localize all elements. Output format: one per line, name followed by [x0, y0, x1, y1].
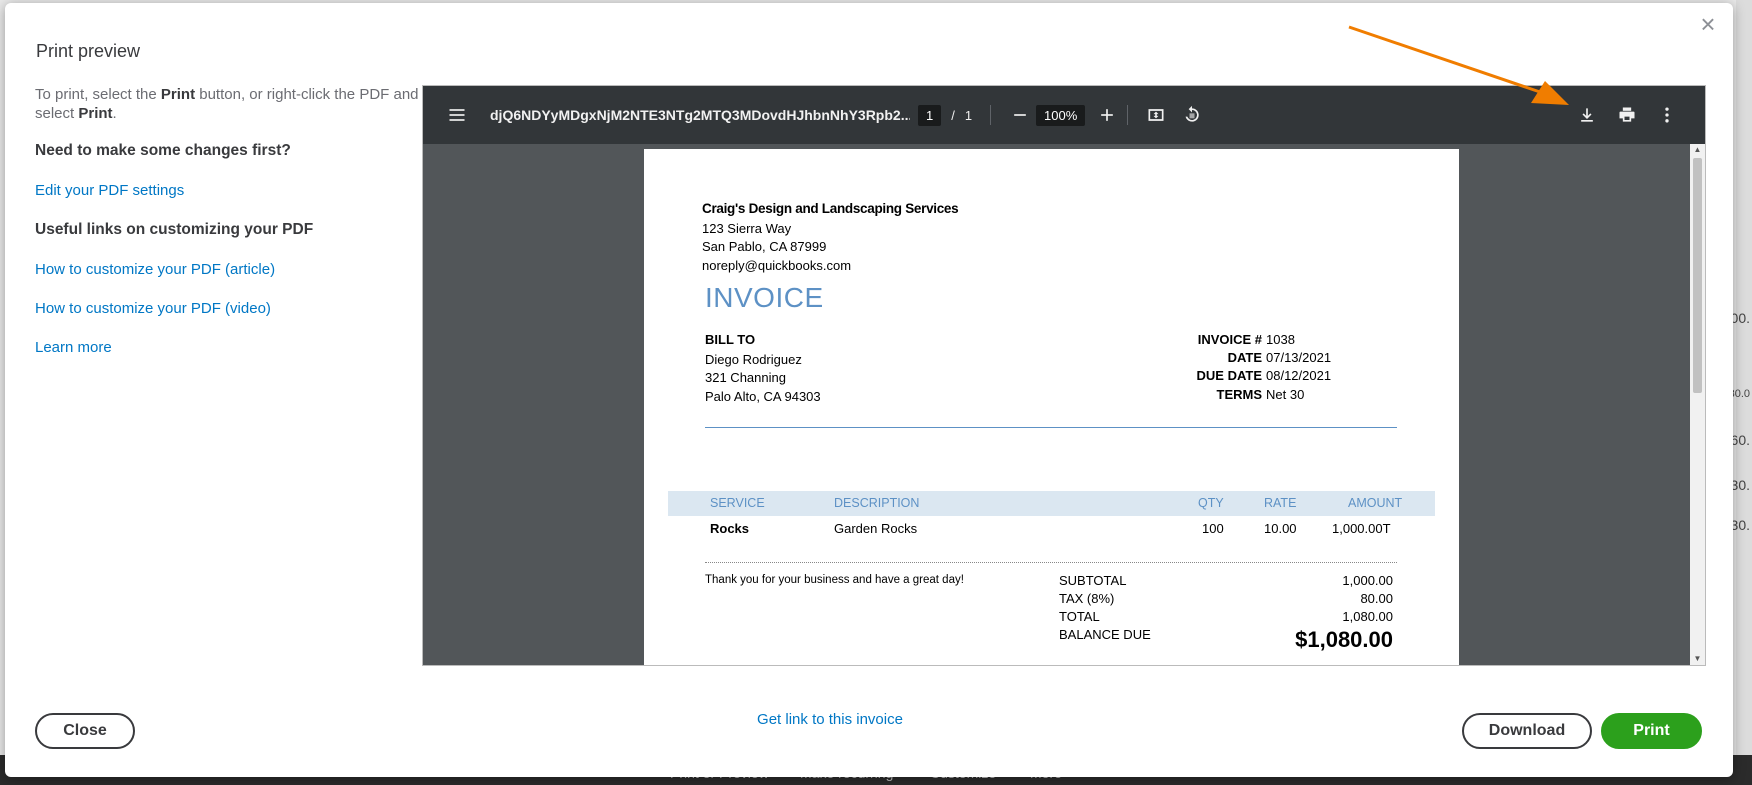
bg-fragment: 30. — [1730, 477, 1750, 493]
col-description: DESCRIPTION — [834, 496, 920, 510]
pdf-page: Craig's Design and Landscaping Services … — [644, 149, 1459, 665]
background-right-edge: 00. 30.0 60. 30. 30. — [1729, 0, 1752, 785]
date-value: 07/13/2021 — [1266, 350, 1332, 365]
col-amount: AMOUNT — [1348, 496, 1403, 510]
invoice-title: INVOICE — [705, 282, 824, 313]
learn-more-link[interactable]: Learn more — [35, 339, 425, 356]
sidebar: To print, select the Print button, or ri… — [35, 85, 425, 378]
zoom-level[interactable]: 100% — [1036, 104, 1086, 126]
balance-due-value: $1,080.00 — [1295, 627, 1393, 652]
company-email: noreply@quickbooks.com — [702, 258, 852, 273]
bill-to-label: BILL TO — [705, 332, 756, 347]
total-label: TOTAL — [1059, 609, 1100, 624]
row-service: Rocks — [710, 521, 750, 536]
zoom-out-icon[interactable] — [1006, 101, 1034, 129]
row-qty: 100 — [1202, 521, 1224, 536]
changes-heading: Need to make some changes first? — [35, 142, 291, 159]
pdf-file-name: djQ6NDYyMDgxNjM2NTE3NTg2MTQ3MDovdHJhbnNh… — [490, 107, 910, 123]
page-number-input[interactable]: 1 — [918, 104, 942, 126]
company-address-line2: San Pablo, CA 87999 — [702, 239, 827, 254]
line-items-header: SERVICE DESCRIPTION QTY RATE AMOUNT — [668, 491, 1435, 516]
col-service: SERVICE — [710, 496, 765, 510]
tax-value: 80.00 — [1360, 591, 1393, 606]
page-total: 1 — [964, 107, 973, 123]
terms-value: Net 30 — [1266, 387, 1305, 402]
scroll-down-icon[interactable]: ▼ — [1690, 653, 1705, 665]
more-options-icon[interactable] — [1653, 101, 1681, 129]
page-indicator: 1 / 1 — [918, 86, 972, 144]
total-value: 1,080.00 — [1342, 609, 1393, 624]
print-icon[interactable] — [1613, 101, 1641, 129]
balance-due-label: BALANCE DUE — [1059, 627, 1151, 642]
edit-pdf-settings-link[interactable]: Edit your PDF settings — [35, 182, 425, 199]
dotted-divider — [705, 562, 1397, 563]
fit-page-icon[interactable] — [1142, 101, 1170, 129]
customize-article-link[interactable]: How to customize your PDF (article) — [35, 261, 425, 278]
row-description: Garden Rocks — [834, 521, 918, 536]
rotate-icon[interactable] — [1178, 101, 1206, 129]
download-button[interactable]: Download — [1462, 713, 1592, 749]
toolbar-separator — [1127, 105, 1128, 125]
date-label: DATE — [1227, 350, 1262, 365]
tax-label: TAX (8%) — [1059, 591, 1115, 606]
col-qty: QTY — [1198, 496, 1224, 510]
pdf-scrollbar[interactable]: ▲ ▼ — [1690, 144, 1705, 665]
toolbar-separator — [990, 105, 991, 125]
modal-title: Print preview — [36, 41, 141, 61]
due-date-label: DUE DATE — [1196, 368, 1262, 383]
close-icon[interactable]: × — [1695, 11, 1721, 37]
thank-you-message: Thank you for your business and have a g… — [705, 574, 964, 586]
get-link-button[interactable]: Get link to this invoice — [755, 711, 905, 728]
menu-button[interactable] — [443, 86, 471, 144]
print-button[interactable]: Print — [1601, 713, 1702, 749]
zoom-in-icon[interactable] — [1093, 101, 1121, 129]
invoice-number-value: 1038 — [1266, 332, 1295, 347]
invoice-number-label: INVOICE # — [1197, 332, 1262, 347]
row-rate: 10.00 — [1264, 521, 1297, 536]
col-rate: RATE — [1264, 496, 1297, 510]
divider — [705, 427, 1397, 428]
row-amount: 1,000.00T — [1332, 521, 1391, 536]
subtotal-value: 1,000.00 — [1342, 573, 1393, 588]
hamburger-menu-icon[interactable] — [443, 101, 471, 129]
useful-links-heading: Useful links on customizing your PDF — [35, 221, 314, 238]
bg-fragment: 00. — [1730, 310, 1750, 326]
pdf-viewer: djQ6NDYyMDgxNjM2NTE3NTg2MTQ3MDovdHJhbnNh… — [422, 85, 1706, 666]
print-instructions: To print, select the Print button, or ri… — [35, 86, 419, 122]
bg-fragment: 60. — [1730, 432, 1750, 448]
print-preview-modal: × Print preview To print, select the Pri… — [5, 3, 1733, 777]
table-row: Rocks Garden Rocks 100 10.00 1,000.00T — [668, 516, 1435, 541]
page-separator: / — [951, 107, 955, 123]
annotation-arrow-icon — [1348, 25, 1569, 105]
due-date-value: 08/12/2021 — [1266, 368, 1332, 383]
close-button[interactable]: Close — [35, 713, 135, 749]
bg-fragment: 30. — [1730, 517, 1750, 533]
bill-to-name: Diego Rodriguez — [705, 352, 802, 367]
subtotal-label: SUBTOTAL — [1059, 573, 1127, 588]
terms-label: TERMS — [1216, 387, 1263, 402]
bill-to-street: 321 Channing — [705, 370, 786, 385]
bill-to-city: Palo Alto, CA 94303 — [705, 389, 821, 404]
customize-video-link[interactable]: How to customize your PDF (video) — [35, 300, 425, 317]
scroll-up-icon[interactable]: ▲ — [1690, 144, 1705, 156]
company-address-line1: 123 Sierra Way — [702, 221, 792, 236]
scrollbar-thumb[interactable] — [1693, 158, 1702, 393]
company-name: Craig's Design and Landscaping Services — [702, 201, 959, 216]
